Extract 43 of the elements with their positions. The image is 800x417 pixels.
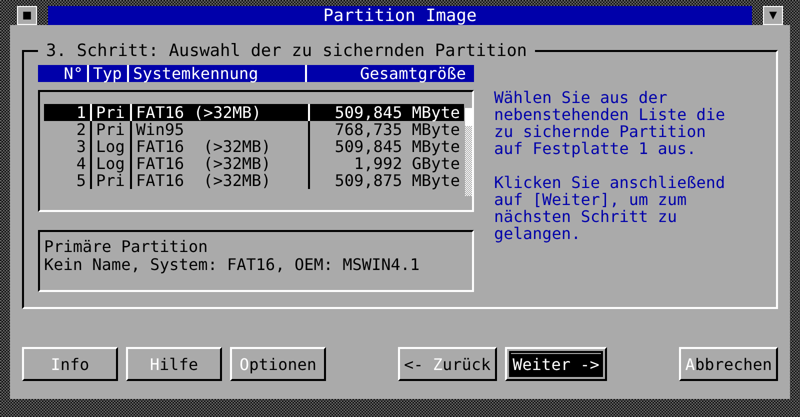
dropdown-button[interactable]: ▼ (763, 6, 783, 25)
help-text: Wählen Sie aus der nebenstehenden Liste die zu sichernde Partition auf Festplatte 1 aus. (494, 89, 726, 157)
table-cell: 2 (44, 121, 92, 138)
table-cell: Log (92, 138, 132, 155)
table-cell: Pri (92, 172, 132, 189)
table-cell: 3 (44, 138, 92, 155)
table-cell: Pri (92, 121, 132, 138)
table-cell: Win95 (132, 121, 310, 138)
dialog-button[interactable]: Weiter -> (504, 347, 608, 381)
table-cell: FAT16 (>32MB) (132, 172, 310, 189)
dialog-button[interactable]: <- Zurück (398, 347, 497, 381)
table-cell: FAT16 (>32MB) (132, 155, 310, 172)
partition-row[interactable]: 4 Log FAT16 (>32MB) 1,992 GByte (44, 155, 464, 172)
column-header: Typ (89, 65, 129, 82)
partition-row[interactable]: 2 Pri Win95 768,735 MByte (44, 121, 464, 138)
table-cell: Pri (92, 104, 132, 121)
dialog-button[interactable]: Hilfe (126, 347, 222, 381)
table-cell-text: 768,735 MByte (334, 121, 461, 138)
partition-row[interactable]: 5 Pri FAT16 (>32MB) 509,875 MByte (44, 172, 464, 189)
column-header: Gesamtgröße (359, 65, 467, 82)
table-cell: Log (92, 155, 132, 172)
detail-line: Kein Name, System: FAT16, OEM: MSWIN4.1 (44, 256, 421, 274)
partition-row[interactable]: 1 Pri FAT16 (>32MB) 509,845 MByte (44, 104, 464, 121)
column-header: Systemkennung (129, 65, 307, 82)
table-cell-text: 1,992 GByte (354, 155, 461, 172)
dialog-button[interactable]: Optionen (230, 347, 326, 381)
help-text: Klicken Sie anschließend auf [Weiter], um zum nächsten Schritt zu gelangen. (494, 174, 726, 242)
table-cell: 4 (44, 155, 92, 172)
table-cell: FAT16 (>32MB) (132, 138, 310, 155)
window-title: Partition Image (48, 6, 752, 25)
table-cell-text: 509,845 MByte (334, 104, 461, 121)
detail-line: Primäre Partition (44, 238, 209, 256)
column-header: N° (41, 65, 89, 82)
window-menu-button[interactable]: ■ (17, 6, 37, 25)
table-cell: FAT16 (>32MB) (132, 104, 310, 121)
table-cell-text: 509,845 MByte (334, 138, 461, 155)
table-cell-text: 509,875 MByte (334, 172, 461, 189)
dialog-button[interactable]: Abbrechen (679, 347, 778, 381)
table-cell: 1 (44, 104, 92, 121)
partition-row[interactable]: 3 Log FAT16 (>32MB) 509,845 MByte (44, 138, 464, 155)
dialog-button[interactable]: Info (22, 347, 118, 381)
table-cell: 5 (44, 172, 92, 189)
step-title: 3. Schritt: Auswahl der zu sichernden Partition (45, 41, 528, 61)
